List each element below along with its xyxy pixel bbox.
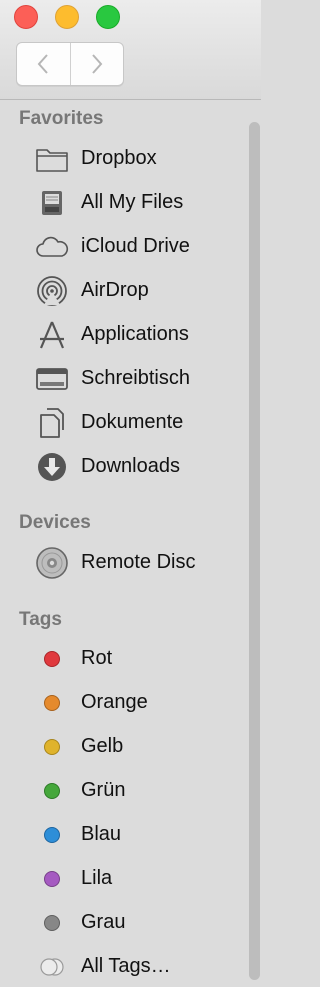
tag-dot (44, 695, 60, 711)
sidebar-item-label: Dokumente (81, 411, 184, 433)
sidebar-item-dropbox[interactable]: Dropbox (0, 139, 248, 179)
tags-header: Tags (19, 609, 62, 630)
tag-color-dot-icon (35, 687, 69, 719)
back-button[interactable] (17, 43, 70, 85)
sidebar-item-tag-gelb[interactable]: Gelb (0, 727, 248, 767)
desktop-icon (35, 363, 69, 395)
sidebar-item-label: Grau (81, 911, 126, 933)
chevron-right-icon (92, 54, 103, 74)
forward-button[interactable] (69, 43, 124, 85)
sidebar-item-label: Grün (81, 779, 126, 801)
tag-dot (44, 915, 60, 931)
navigation-buttons (16, 42, 124, 86)
tag-dot (44, 739, 60, 755)
sidebar-item-label: All My Files (81, 191, 184, 213)
sidebar-item-label: Orange (81, 691, 148, 713)
all-files-icon (35, 187, 69, 219)
tag-color-dot-icon (35, 819, 69, 851)
sidebar-item-label: Downloads (81, 455, 180, 477)
sidebar-item-tag-gruen[interactable]: Grün (0, 771, 248, 811)
sidebar-item-label: Dropbox (81, 147, 157, 169)
cloud-icon (35, 231, 69, 263)
folder-icon (35, 143, 69, 175)
sidebar-item-label: AirDrop (81, 279, 149, 301)
close-window-button[interactable] (14, 5, 38, 29)
tag-color-dot-icon (35, 775, 69, 807)
sidebar-item-schreibtisch[interactable]: Schreibtisch (0, 359, 248, 399)
download-icon (35, 451, 69, 483)
sidebar-item-downloads[interactable]: Downloads (0, 447, 248, 487)
sidebar-item-airdrop[interactable]: AirDrop (0, 271, 248, 311)
favorites-header: Favorites (19, 108, 104, 129)
tag-color-dot-icon (35, 731, 69, 763)
all-tags-icon (35, 951, 69, 983)
airdrop-icon (35, 275, 69, 307)
tag-dot (44, 871, 60, 887)
sidebar-item-icloud-drive[interactable]: iCloud Drive (0, 227, 248, 267)
sidebar-item-label: Lila (81, 867, 113, 889)
sidebar-item-dokumente[interactable]: Dokumente (0, 403, 248, 443)
sidebar-item-label: Rot (81, 647, 113, 669)
minimize-window-button[interactable] (55, 5, 79, 29)
zoom-window-button[interactable] (96, 5, 120, 29)
tag-color-dot-icon (35, 863, 69, 895)
sidebar-item-tag-grau[interactable]: Grau (0, 903, 248, 943)
sidebar-item-label: Schreibtisch (81, 367, 190, 389)
sidebar-item-tag-blau[interactable]: Blau (0, 815, 248, 855)
sidebar-item-tag-rot[interactable]: Rot (0, 639, 248, 679)
sidebar-item-all-tags[interactable]: All Tags… (0, 947, 248, 987)
sidebar-item-label: Applications (81, 323, 189, 345)
applications-icon (35, 319, 69, 351)
sidebar-item-tag-lila[interactable]: Lila (0, 859, 248, 899)
sidebar-item-tag-orange[interactable]: Orange (0, 683, 248, 723)
sidebar-item-label: Gelb (81, 735, 124, 757)
tag-dot (44, 783, 60, 799)
sidebar-item-label: Blau (81, 823, 122, 845)
sidebar-item-remote-disc[interactable]: Remote Disc (0, 543, 248, 583)
chevron-left-icon (37, 54, 48, 74)
sidebar-item-label: Remote Disc (81, 551, 196, 573)
tag-dot (44, 651, 60, 667)
disc-icon (35, 547, 69, 579)
sidebar-item-all-my-files[interactable]: All My Files (0, 183, 248, 223)
window-titlebar (0, 0, 261, 100)
tag-color-dot-icon (35, 907, 69, 939)
tag-dot (44, 827, 60, 843)
sidebar-scrollbar[interactable] (249, 122, 260, 980)
document-icon (35, 407, 69, 439)
sidebar-item-label: All Tags… (81, 955, 171, 977)
sidebar-item-applications[interactable]: Applications (0, 315, 248, 355)
sidebar-item-label: iCloud Drive (81, 235, 190, 257)
devices-header: Devices (19, 512, 91, 533)
finder-sidebar: Favorites Dropbox All My Files iCloud Dr… (0, 100, 261, 983)
tag-color-dot-icon (35, 643, 69, 675)
